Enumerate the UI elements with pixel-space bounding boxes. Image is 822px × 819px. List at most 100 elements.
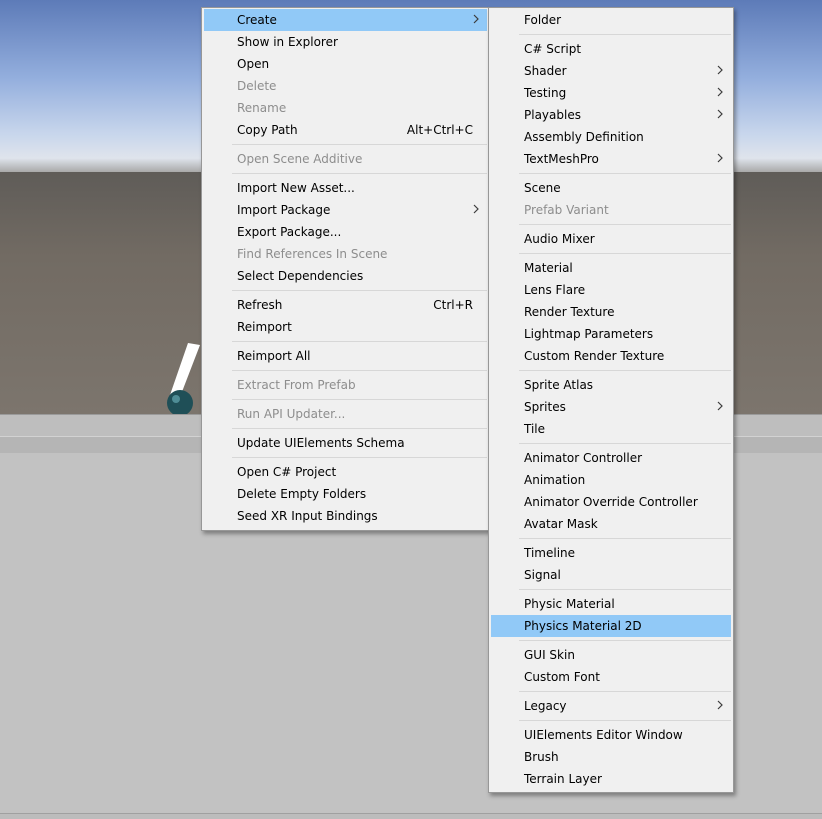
menu-separator	[232, 144, 487, 145]
menu-item-label: Update UIElements Schema	[237, 436, 405, 450]
create-item-label: Custom Font	[524, 670, 600, 684]
menu-item-refresh[interactable]: Refresh Ctrl+R	[204, 294, 487, 316]
create-item-signal[interactable]: Signal	[491, 564, 731, 586]
create-item-gui-skin[interactable]: GUI Skin	[491, 644, 731, 666]
menu-item-show-in-explorer[interactable]: Show in Explorer	[204, 31, 487, 53]
menu-item-run-api-updater: Run API Updater...	[204, 403, 487, 425]
create-item-material[interactable]: Material	[491, 257, 731, 279]
menu-item-label: Open	[237, 57, 270, 71]
create-item-label: Assembly Definition	[524, 130, 644, 144]
create-item-render-texture[interactable]: Render Texture	[491, 301, 731, 323]
create-item-playables[interactable]: Playables	[491, 104, 731, 126]
create-item-label: Legacy	[524, 699, 567, 713]
create-item-label: Physics Material 2D	[524, 619, 642, 633]
menu-item-select-dependencies[interactable]: Select Dependencies	[204, 265, 487, 287]
chevron-right-icon	[717, 87, 723, 97]
chevron-right-icon	[473, 14, 479, 24]
menu-item-find-references-in-scene: Find References In Scene	[204, 243, 487, 265]
create-item-sprites[interactable]: Sprites	[491, 396, 731, 418]
create-item-label: TextMeshPro	[524, 152, 599, 166]
create-separator	[519, 640, 731, 641]
create-item-custom-render-texture[interactable]: Custom Render Texture	[491, 345, 731, 367]
menu-item-reimport[interactable]: Reimport	[204, 316, 487, 338]
menu-item-open[interactable]: Open	[204, 53, 487, 75]
create-item-label: Avatar Mask	[524, 517, 598, 531]
menu-item-open-scene-additive: Open Scene Additive	[204, 148, 487, 170]
create-item-label: Sprites	[524, 400, 566, 414]
create-item-physics-material-2d[interactable]: Physics Material 2D	[491, 615, 731, 637]
create-separator	[519, 589, 731, 590]
menu-item-delete-empty-folders[interactable]: Delete Empty Folders	[204, 483, 487, 505]
create-item-physic-material[interactable]: Physic Material	[491, 593, 731, 615]
menu-separator	[232, 341, 487, 342]
create-item-timeline[interactable]: Timeline	[491, 542, 731, 564]
menu-item-create[interactable]: Create	[204, 9, 487, 31]
create-item-brush[interactable]: Brush	[491, 746, 731, 768]
context-menu: Create Show in Explorer Open Delete Rename Co…	[201, 7, 490, 531]
create-item-testing[interactable]: Testing	[491, 82, 731, 104]
create-item-lightmap-parameters[interactable]: Lightmap Parameters	[491, 323, 731, 345]
create-item-label: Brush	[524, 750, 559, 764]
menu-item-label: Reimport All	[237, 349, 311, 363]
create-item-tile[interactable]: Tile	[491, 418, 731, 440]
create-item-label: Testing	[524, 86, 567, 100]
create-submenu: Folder C# Script Shader Testing Playables Ass…	[488, 7, 734, 793]
menu-item-export-package[interactable]: Export Package...	[204, 221, 487, 243]
create-item-prefab-variant: Prefab Variant	[491, 199, 731, 221]
chevron-right-icon	[717, 65, 723, 75]
menu-item-label: Seed XR Input Bindings	[237, 509, 378, 523]
menu-item-label: Import Package	[237, 203, 331, 217]
create-item-legacy[interactable]: Legacy	[491, 695, 731, 717]
create-separator	[519, 370, 731, 371]
menu-item-reimport-all[interactable]: Reimport All	[204, 345, 487, 367]
menu-item-label: Create	[237, 13, 277, 27]
menu-item-label: Delete Empty Folders	[237, 487, 367, 501]
create-item-animator-override-controller[interactable]: Animator Override Controller	[491, 491, 731, 513]
shortcut-text: Ctrl+R	[433, 298, 473, 312]
menu-item-copy-path[interactable]: Copy Path Alt+Ctrl+C	[204, 119, 487, 141]
create-item-sprite-atlas[interactable]: Sprite Atlas	[491, 374, 731, 396]
menu-item-extract-from-prefab: Extract From Prefab	[204, 374, 487, 396]
create-item-label: Audio Mixer	[524, 232, 595, 246]
create-item-textmeshpro[interactable]: TextMeshPro	[491, 148, 731, 170]
create-item-label: Animation	[524, 473, 586, 487]
menu-item-open-c-project[interactable]: Open C# Project	[204, 461, 487, 483]
create-item-scene[interactable]: Scene	[491, 177, 731, 199]
menu-item-label: Delete	[237, 79, 277, 93]
scene-object-highlight	[172, 395, 180, 403]
menu-item-seed-xr-input-bindings[interactable]: Seed XR Input Bindings	[204, 505, 487, 527]
create-item-c-script[interactable]: C# Script	[491, 38, 731, 60]
create-separator	[519, 720, 731, 721]
menu-item-import-new-asset[interactable]: Import New Asset...	[204, 177, 487, 199]
create-item-custom-font[interactable]: Custom Font	[491, 666, 731, 688]
create-separator	[519, 34, 731, 35]
create-item-audio-mixer[interactable]: Audio Mixer	[491, 228, 731, 250]
create-separator	[519, 443, 731, 444]
create-item-label: Custom Render Texture	[524, 349, 665, 363]
scene-object-arm	[170, 343, 200, 397]
menu-item-import-package[interactable]: Import Package	[204, 199, 487, 221]
menu-separator	[232, 290, 487, 291]
create-item-label: Timeline	[524, 546, 576, 560]
menu-item-label: Select Dependencies	[237, 269, 364, 283]
chevron-right-icon	[717, 153, 723, 163]
chevron-right-icon	[717, 401, 723, 411]
create-item-label: Tile	[524, 422, 546, 436]
menu-item-label: Reimport	[237, 320, 292, 334]
menu-item-update-uielements-schema[interactable]: Update UIElements Schema	[204, 432, 487, 454]
menu-item-label: Find References In Scene	[237, 247, 388, 261]
create-item-animator-controller[interactable]: Animator Controller	[491, 447, 731, 469]
create-item-folder[interactable]: Folder	[491, 9, 731, 31]
create-item-label: Signal	[524, 568, 561, 582]
menu-separator	[232, 173, 487, 174]
create-item-terrain-layer[interactable]: Terrain Layer	[491, 768, 731, 790]
create-separator	[519, 224, 731, 225]
chevron-right-icon	[717, 700, 723, 710]
create-item-lens-flare[interactable]: Lens Flare	[491, 279, 731, 301]
create-item-shader[interactable]: Shader	[491, 60, 731, 82]
create-item-assembly-definition[interactable]: Assembly Definition	[491, 126, 731, 148]
create-item-uielements-editor-window[interactable]: UIElements Editor Window	[491, 724, 731, 746]
menu-separator	[232, 457, 487, 458]
create-item-animation[interactable]: Animation	[491, 469, 731, 491]
create-item-avatar-mask[interactable]: Avatar Mask	[491, 513, 731, 535]
